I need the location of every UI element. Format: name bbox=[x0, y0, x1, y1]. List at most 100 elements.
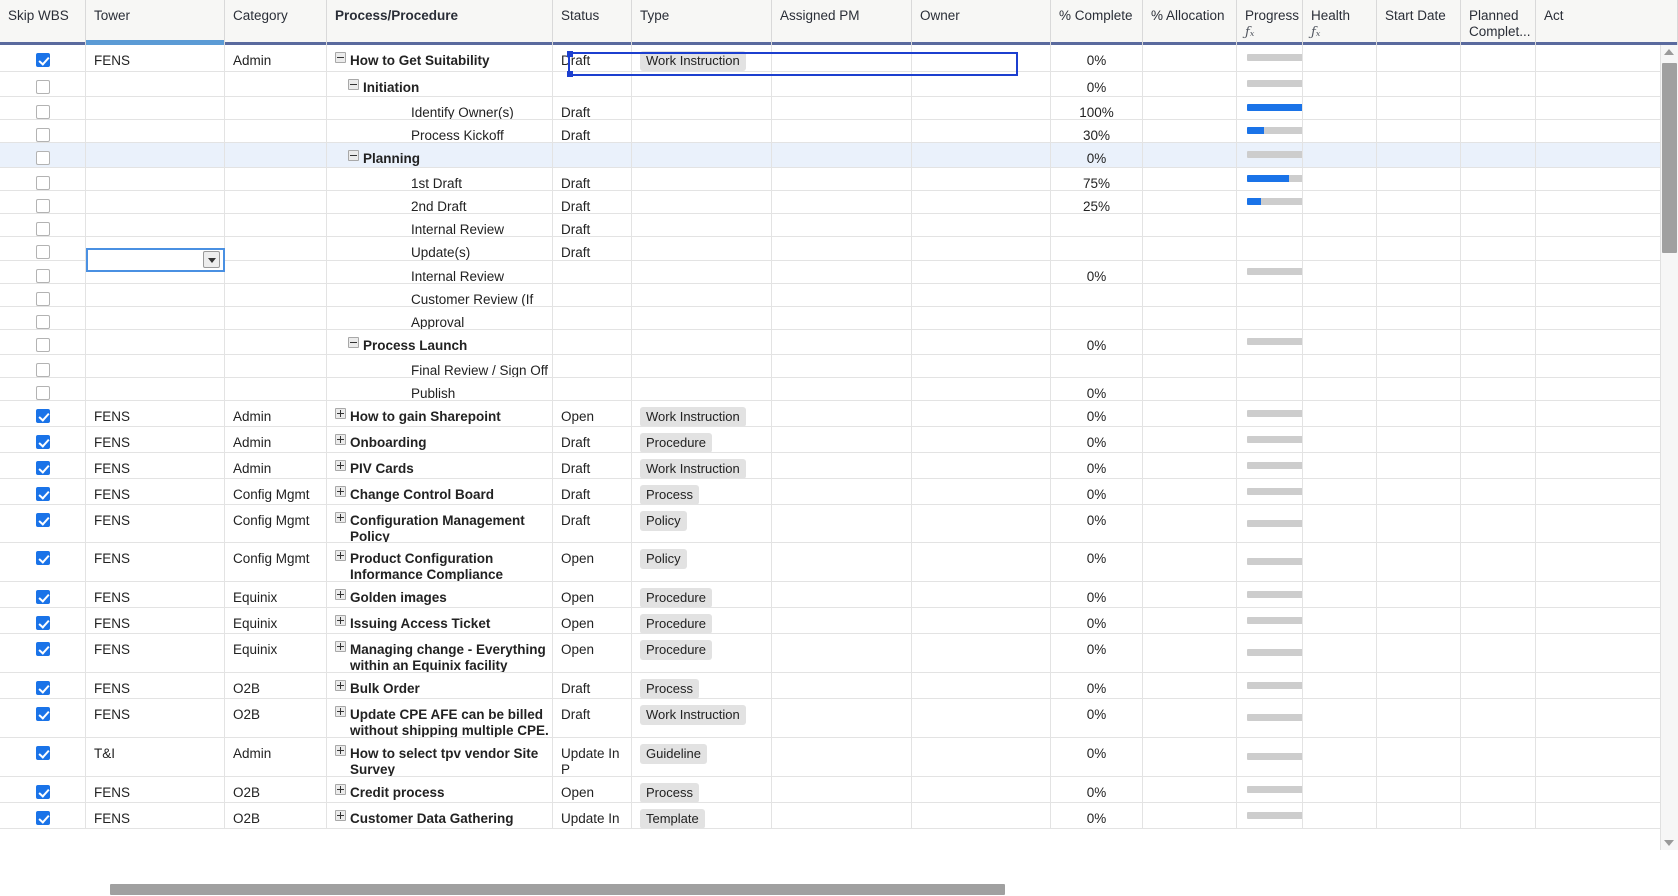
cell-type[interactable]: Process bbox=[632, 479, 772, 504]
checkbox-unchecked-icon[interactable] bbox=[35, 269, 50, 283]
cell-health[interactable] bbox=[1303, 261, 1377, 283]
cell-actual[interactable] bbox=[1536, 120, 1678, 142]
cell-actual[interactable] bbox=[1536, 777, 1678, 802]
cell-assigned_pm[interactable] bbox=[772, 355, 912, 377]
cell-pct_allocation[interactable] bbox=[1143, 673, 1237, 698]
expand-row-icon[interactable] bbox=[335, 680, 346, 691]
cell-owner[interactable] bbox=[912, 777, 1051, 802]
cell-start_date[interactable] bbox=[1377, 401, 1461, 426]
expand-row-icon[interactable] bbox=[335, 486, 346, 497]
cell-pct_allocation[interactable] bbox=[1143, 45, 1237, 71]
cell-planned_completion[interactable] bbox=[1461, 401, 1536, 426]
cell-owner[interactable] bbox=[912, 237, 1051, 260]
cell-type[interactable]: Template bbox=[632, 803, 772, 828]
checkbox-checked-icon[interactable] bbox=[35, 590, 50, 604]
cell-process[interactable]: Publish bbox=[327, 378, 553, 400]
checkbox-unchecked-icon[interactable] bbox=[35, 292, 50, 306]
cell-pct_complete[interactable] bbox=[1051, 307, 1143, 329]
column-header-category[interactable]: Category bbox=[225, 0, 327, 45]
cell-assigned_pm[interactable] bbox=[772, 120, 912, 142]
cell-status[interactable]: Draft bbox=[553, 191, 632, 213]
cell-start_date[interactable] bbox=[1377, 738, 1461, 776]
cell-planned_completion[interactable] bbox=[1461, 168, 1536, 190]
table-row[interactable]: FENS Admin Onboarding Draft Procedure 0% bbox=[0, 427, 1678, 453]
cell-status[interactable]: Draft bbox=[553, 673, 632, 698]
cell-process[interactable]: Internal Review bbox=[327, 214, 553, 236]
cell-skip_wbs[interactable] bbox=[0, 505, 86, 542]
cell-pct_allocation[interactable] bbox=[1143, 738, 1237, 776]
cell-type[interactable] bbox=[632, 214, 772, 236]
cell-pct_allocation[interactable] bbox=[1143, 284, 1237, 306]
cell-status[interactable]: Update In P bbox=[553, 803, 632, 828]
cell-owner[interactable] bbox=[912, 738, 1051, 776]
cell-assigned_pm[interactable] bbox=[772, 634, 912, 672]
cell-actual[interactable] bbox=[1536, 168, 1678, 190]
checkbox-unchecked-icon[interactable] bbox=[35, 80, 50, 94]
cell-progress[interactable] bbox=[1237, 699, 1303, 737]
cell-owner[interactable] bbox=[912, 120, 1051, 142]
cell-tower[interactable]: FENS bbox=[86, 479, 225, 504]
cell-progress[interactable] bbox=[1237, 237, 1303, 260]
cell-actual[interactable] bbox=[1536, 582, 1678, 607]
cell-actual[interactable] bbox=[1536, 673, 1678, 698]
table-row[interactable]: FENS Admin How to gain Sharepoint access Op… bbox=[0, 401, 1678, 427]
checkbox-checked-icon[interactable] bbox=[35, 811, 50, 825]
cell-progress[interactable] bbox=[1237, 191, 1303, 213]
checkbox-unchecked-icon[interactable] bbox=[35, 245, 50, 259]
cell-pct_complete[interactable] bbox=[1051, 214, 1143, 236]
cell-process[interactable]: Golden images bbox=[327, 582, 553, 607]
table-row[interactable]: FENS Admin How to Get Suitability Clearanc… bbox=[0, 45, 1678, 72]
checkbox-checked-icon[interactable] bbox=[35, 707, 50, 721]
cell-start_date[interactable] bbox=[1377, 427, 1461, 452]
cell-pct_allocation[interactable] bbox=[1143, 330, 1237, 354]
cell-health[interactable] bbox=[1303, 453, 1377, 478]
cell-category[interactable]: Equinix bbox=[225, 608, 327, 633]
cell-health[interactable] bbox=[1303, 120, 1377, 142]
cell-start_date[interactable] bbox=[1377, 330, 1461, 354]
checkbox-unchecked-icon[interactable] bbox=[35, 199, 50, 213]
cell-progress[interactable] bbox=[1237, 543, 1303, 581]
cell-health[interactable] bbox=[1303, 699, 1377, 737]
cell-planned_completion[interactable] bbox=[1461, 479, 1536, 504]
grid-body[interactable]: FENS Admin How to Get Suitability Clearanc… bbox=[0, 45, 1678, 850]
scroll-down-arrow-icon[interactable] bbox=[1664, 840, 1674, 846]
cell-health[interactable] bbox=[1303, 479, 1377, 504]
cell-pct_allocation[interactable] bbox=[1143, 378, 1237, 400]
cell-owner[interactable] bbox=[912, 97, 1051, 119]
column-header-progress[interactable]: Progress ƒₓ bbox=[1237, 0, 1303, 45]
cell-process[interactable]: Product Configuration Informance Complia… bbox=[327, 543, 553, 581]
cell-actual[interactable] bbox=[1536, 284, 1678, 306]
cell-owner[interactable] bbox=[912, 634, 1051, 672]
expand-row-icon[interactable] bbox=[335, 434, 346, 445]
cell-process[interactable]: Update CPE AFE can be billed without shi… bbox=[327, 699, 553, 737]
cell-progress[interactable] bbox=[1237, 261, 1303, 283]
cell-category[interactable]: O2B bbox=[225, 777, 327, 802]
cell-type[interactable] bbox=[632, 168, 772, 190]
cell-health[interactable] bbox=[1303, 168, 1377, 190]
cell-type[interactable]: Process bbox=[632, 673, 772, 698]
table-row[interactable]: FENS Config Mgmt Configuration Management … bbox=[0, 505, 1678, 543]
cell-owner[interactable] bbox=[912, 261, 1051, 283]
cell-skip_wbs[interactable] bbox=[0, 803, 86, 828]
cell-skip_wbs[interactable] bbox=[0, 191, 86, 213]
cell-tower[interactable] bbox=[86, 307, 225, 329]
cell-planned_completion[interactable] bbox=[1461, 143, 1536, 167]
column-header-status[interactable]: Status bbox=[553, 0, 632, 45]
cell-progress[interactable] bbox=[1237, 168, 1303, 190]
column-header-planned_completion[interactable]: Planned Complet... bbox=[1461, 0, 1536, 45]
cell-tower[interactable]: FENS bbox=[86, 634, 225, 672]
cell-progress[interactable] bbox=[1237, 143, 1303, 167]
cell-assigned_pm[interactable] bbox=[772, 505, 912, 542]
table-row[interactable]: FENS Equinix Managing change - Everything … bbox=[0, 634, 1678, 673]
cell-start_date[interactable] bbox=[1377, 168, 1461, 190]
cell-health[interactable] bbox=[1303, 355, 1377, 377]
cell-assigned_pm[interactable] bbox=[772, 479, 912, 504]
cell-status[interactable]: Open bbox=[553, 401, 632, 426]
cell-health[interactable] bbox=[1303, 673, 1377, 698]
cell-skip_wbs[interactable] bbox=[0, 608, 86, 633]
cell-pct_complete[interactable]: 0% bbox=[1051, 699, 1143, 737]
cell-tower[interactable] bbox=[86, 97, 225, 119]
cell-type[interactable]: Work Instruction bbox=[632, 401, 772, 426]
cell-owner[interactable] bbox=[912, 355, 1051, 377]
collapse-row-icon[interactable] bbox=[348, 337, 359, 348]
